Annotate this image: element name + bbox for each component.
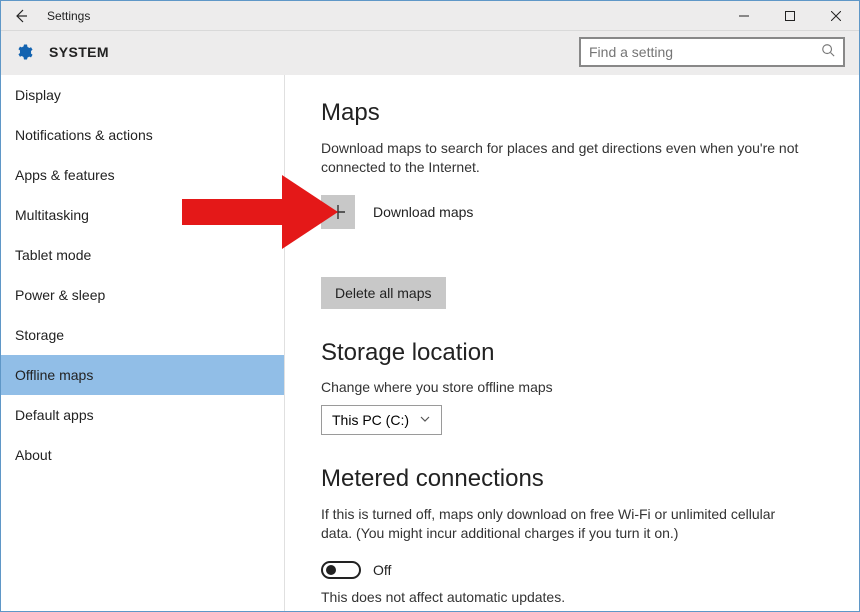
sidebar-item-power-sleep[interactable]: Power & sleep [1,275,284,315]
metered-description: If this is turned off, maps only downloa… [321,505,801,543]
search-input-container[interactable] [579,37,845,67]
sidebar-item-offline-maps[interactable]: Offline maps [1,355,284,395]
storage-drive-value: This PC (C:) [332,412,409,428]
page-header: SYSTEM [1,31,859,75]
chevron-down-icon [419,412,431,428]
storage-sub-label: Change where you store offline maps [321,379,823,395]
metered-toggle-label: Off [373,562,391,578]
sidebar-item-multitasking[interactable]: Multitasking [1,195,284,235]
metered-toggle[interactable] [321,561,361,579]
download-maps-label: Download maps [373,204,473,220]
maximize-button[interactable] [767,1,813,31]
close-icon [831,11,841,21]
sidebar: Display Notifications & actions Apps & f… [1,75,285,611]
gear-icon [15,43,33,61]
metered-connections-heading: Metered connections [321,465,823,493]
maps-heading: Maps [321,99,823,127]
back-button[interactable] [1,1,41,31]
maximize-icon [785,11,795,21]
sidebar-item-notifications[interactable]: Notifications & actions [1,115,284,155]
sidebar-item-tablet-mode[interactable]: Tablet mode [1,235,284,275]
metered-note: This does not affect automatic updates. [321,589,823,605]
content-area: Maps Download maps to search for places … [285,75,859,611]
back-arrow-icon [13,8,29,24]
sidebar-item-about[interactable]: About [1,435,284,475]
minimize-icon [739,11,749,21]
download-maps-add-button[interactable] [321,195,355,229]
sidebar-item-default-apps[interactable]: Default apps [1,395,284,435]
sidebar-item-storage[interactable]: Storage [1,315,284,355]
sidebar-item-display[interactable]: Display [1,75,284,115]
toggle-knob [326,565,336,575]
storage-drive-select[interactable]: This PC (C:) [321,405,442,435]
minimize-button[interactable] [721,1,767,31]
page-title: SYSTEM [49,44,579,60]
sidebar-item-apps-features[interactable]: Apps & features [1,155,284,195]
maps-description: Download maps to search for places and g… [321,139,801,177]
window-titlebar: Settings [1,1,859,31]
window-title: Settings [47,9,721,23]
window-controls [721,1,859,31]
plus-icon [330,204,346,220]
storage-location-heading: Storage location [321,339,823,367]
search-icon [821,43,835,62]
search-input[interactable] [589,44,821,60]
delete-all-maps-button[interactable]: Delete all maps [321,277,446,309]
close-button[interactable] [813,1,859,31]
